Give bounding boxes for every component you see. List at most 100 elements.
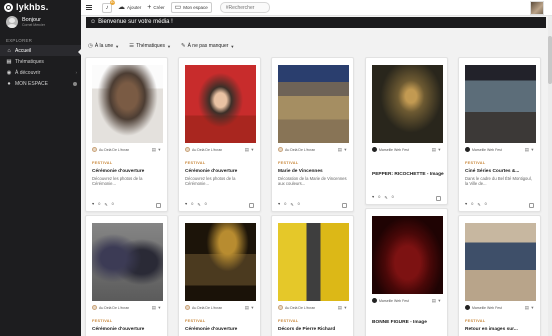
create-button-label: Créer [153, 5, 165, 10]
post-thumbnail[interactable] [372, 216, 443, 294]
heart-icon[interactable]: ♥ [278, 202, 280, 207]
post-author[interactable]: Marseille Web Fest [372, 147, 409, 152]
filter-a-ne-pas-manquer[interactable]: ✎ À ne pas manquer ▼ [181, 43, 234, 49]
post-card[interactable]: Au Delà De L'écran ▤ ▾ FESTIVAL Cérémoni… [178, 57, 261, 212]
post-thumbnail[interactable] [372, 65, 443, 143]
author-icon [372, 147, 377, 152]
bookmark-icon[interactable] [529, 203, 534, 208]
post-card[interactable]: Au Delà De L'écran ▤ ▾ FESTIVAL Cérémoni… [85, 57, 168, 212]
create-button[interactable]: + Créer [147, 4, 164, 11]
author-name: Au Delà De L'écran [192, 305, 223, 310]
post-author[interactable]: Au Delà De L'écran [92, 305, 129, 310]
post-card[interactable]: Au Delà De L'écran ▤ ▾ FESTIVAL Cérémoni… [178, 215, 261, 336]
post-category: FESTIVAL [465, 161, 486, 165]
like-count: 0 [378, 195, 381, 199]
more-menu-icon[interactable]: ▤ ▾ [525, 305, 534, 311]
chevron-right-icon: › [75, 70, 78, 75]
post-author[interactable]: Au Delà De L'écran [278, 305, 315, 310]
post-category: FESTIVAL [278, 161, 299, 165]
post-title[interactable]: Cérémonie d'ouverture [92, 327, 144, 332]
post-author[interactable]: Au Delà De L'écran [278, 147, 315, 152]
bell-icon[interactable]: ♪ 10 [102, 0, 115, 13]
comment-icon[interactable]: ✎ [477, 202, 480, 207]
sidebar-item-thematiques[interactable]: ▦ Thématiques [0, 56, 81, 67]
author-name: Au Delà De L'écran [285, 147, 316, 152]
user-profile[interactable]: Bonjour Cornel Mercier [0, 14, 81, 30]
post-thumbnail[interactable] [185, 223, 256, 301]
add-button[interactable]: ☁ Ajouter [118, 4, 141, 11]
post-stats: ♥ 0 ✎ 0 [372, 195, 394, 200]
post-title[interactable]: Décors de Pierre Richard [278, 327, 335, 332]
my-space-label: Mon espace [183, 5, 208, 10]
more-menu-icon[interactable]: ▤ ▾ [525, 147, 534, 153]
sidebar-item-accueil[interactable]: ⌂ Accueil [0, 45, 81, 56]
more-menu-icon[interactable]: ▤ ▾ [245, 147, 254, 153]
author-name: Marseille Web Fest [379, 298, 409, 303]
bookmark-icon[interactable] [156, 203, 161, 208]
heart-icon[interactable]: ♥ [92, 202, 94, 207]
comment-icon[interactable]: ✎ [104, 202, 107, 207]
logo[interactable]: lykhbs. [0, 0, 81, 14]
post-thumbnail[interactable] [465, 65, 536, 143]
post-card[interactable]: Au Delà De L'écran ▤ ▾ FESTIVAL Marie de… [271, 57, 354, 212]
comment-icon[interactable]: ✎ [197, 202, 200, 207]
my-space-button[interactable]: ▭ Mon espace [170, 2, 212, 13]
sidebar-item-a-decouvrir[interactable]: ◉ À découvrir › [0, 67, 81, 78]
post-thumbnail[interactable] [92, 223, 163, 301]
post-title[interactable]: Marie de Vincennes [278, 169, 323, 174]
post-author[interactable]: Au Delà De L'écran [185, 147, 222, 152]
more-menu-icon[interactable]: ▤ ▾ [432, 147, 441, 153]
post-thumbnail[interactable] [92, 65, 163, 143]
menu-icon[interactable] [86, 4, 92, 11]
home-icon: ⌂ [7, 47, 11, 54]
more-menu-icon[interactable]: ▤ ▾ [338, 147, 347, 153]
search-input[interactable] [219, 2, 270, 13]
heart-icon[interactable]: ♥ [372, 195, 374, 200]
post-title[interactable]: Cérémonie d'ouverture [92, 169, 144, 174]
post-thumbnail[interactable] [278, 223, 349, 301]
bookmark-icon[interactable] [436, 196, 441, 201]
post-title[interactable]: Ciné Séries Courtes &... [465, 169, 519, 174]
scrollbar-thumb[interactable] [548, 36, 552, 84]
scrollbar[interactable] [548, 16, 552, 336]
comment-icon[interactable]: ✎ [290, 202, 293, 207]
author-name: Au Delà De L'écran [99, 147, 130, 152]
more-menu-icon[interactable]: ▤ ▾ [432, 298, 441, 304]
sidebar-item-mon-espace[interactable]: ● MON ESPACE [0, 78, 81, 89]
post-card[interactable]: Marseille Web Fest ▤ ▾ FESTIVAL Retour e… [458, 215, 541, 336]
bookmark-icon[interactable] [249, 203, 254, 208]
post-thumbnail[interactable] [185, 65, 256, 143]
post-author[interactable]: Marseille Web Fest [372, 298, 409, 303]
post-title[interactable]: BONNE FIGURE - Image [372, 320, 427, 325]
profile-avatar[interactable] [530, 1, 544, 15]
bookmark-icon[interactable] [342, 203, 347, 208]
post-card[interactable]: Marseille Web Fest ▤ ▾ PEPPER: RICOCHETT… [365, 57, 448, 205]
post-title[interactable]: Cérémonie d'ouverture [185, 169, 237, 174]
heart-icon[interactable]: ♥ [465, 202, 467, 207]
post-author[interactable]: Marseille Web Fest [465, 147, 502, 152]
post-card[interactable]: Marseille Web Fest ▤ ▾ FESTIVAL Ciné Sér… [458, 57, 541, 212]
post-card[interactable]: Au Delà De L'écran ▤ ▾ FESTIVAL Décors d… [271, 215, 354, 336]
post-author[interactable]: Au Delà De L'écran [185, 305, 222, 310]
post-thumbnail[interactable] [278, 65, 349, 143]
heart-icon[interactable]: ♥ [185, 202, 187, 207]
filter-a-la-une[interactable]: ◷ À la une ▼ [88, 43, 119, 49]
post-card[interactable]: Marseille Web Fest ▤ ▾ BONNE FIGURE - Im… [365, 208, 448, 336]
more-menu-icon[interactable]: ▤ ▾ [152, 147, 161, 153]
more-menu-icon[interactable]: ▤ ▾ [338, 305, 347, 311]
more-menu-icon[interactable]: ▤ ▾ [152, 305, 161, 311]
more-menu-icon[interactable]: ▤ ▾ [245, 305, 254, 311]
comment-icon[interactable]: ✎ [384, 195, 387, 200]
author-icon [465, 147, 470, 152]
caret-down-icon: ▼ [115, 43, 120, 49]
caret-down-icon: ▼ [166, 43, 171, 49]
post-title[interactable]: PEPPER: RICOCHETTE - Image [372, 172, 444, 177]
post-author[interactable]: Marseille Web Fest [465, 305, 502, 310]
notification-badge: 10 [110, 0, 115, 5]
post-title[interactable]: Cérémonie d'ouverture [185, 327, 237, 332]
post-title[interactable]: Retour en images sur... [465, 327, 518, 332]
post-author[interactable]: Au Delà De L'écran [92, 147, 129, 152]
post-card[interactable]: Au Delà De L'écran ▤ ▾ FESTIVAL Cérémoni… [85, 215, 168, 336]
filter-thematiques[interactable]: ☰ Thématiques ▼ [129, 43, 171, 49]
post-thumbnail[interactable] [465, 223, 536, 301]
